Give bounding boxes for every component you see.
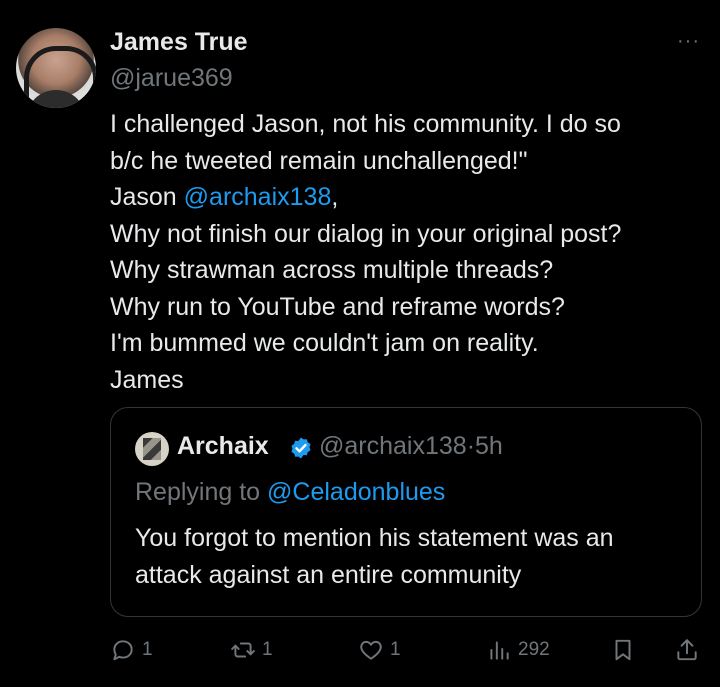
heart-icon: [360, 640, 382, 660]
reply-count: 1: [142, 639, 153, 660]
reply-button[interactable]: 1: [110, 630, 153, 670]
replying-label: Replying to: [135, 478, 268, 506]
share-button[interactable]: [674, 630, 706, 670]
like-button[interactable]: 1: [358, 630, 401, 670]
tweet-text: I challenged Jason, not his community. I…: [110, 106, 710, 398]
bookmark-button[interactable]: [610, 630, 642, 670]
tweet-line: Jason @archaix138,: [110, 179, 710, 216]
like-count: 1: [390, 639, 401, 660]
quoted-text-line: You forgot to mention his statement was …: [135, 524, 614, 552]
replying-to-link[interactable]: @Celadonblues: [267, 478, 445, 506]
replying-to: Replying to @Celadonblues: [135, 478, 445, 507]
share-icon: [677, 639, 697, 661]
repost-icon: [231, 642, 255, 658]
quoted-author-avatar[interactable]: [135, 432, 169, 466]
views-count: 292: [518, 639, 550, 660]
tweet-line: I'm bummed we couldn't jam on reality.: [110, 329, 539, 357]
repost-button[interactable]: 1: [230, 630, 273, 670]
more-options-icon[interactable]: ···: [677, 30, 700, 53]
mention-link[interactable]: @archaix138: [184, 183, 332, 211]
mention-suffix: ,: [331, 183, 339, 211]
tweet-line: Why not finish our dialog in your origin…: [110, 219, 622, 248]
views-button[interactable]: 292: [486, 630, 550, 670]
meta-separator: ·: [466, 432, 476, 460]
tweet-line-text: Jason: [110, 183, 184, 211]
quoted-author-meta: @archaix138·5h: [319, 432, 503, 461]
quoted-text-line: attack against an entire community: [135, 561, 522, 589]
tweet-line: b/c he tweeted remain unchallenged!": [110, 146, 528, 175]
quoted-author-name[interactable]: Archaix: [177, 432, 269, 461]
quoted-author-handle[interactable]: @archaix138: [319, 432, 467, 460]
tweet-line: Why strawman across multiple threads?: [110, 256, 554, 284]
author-avatar[interactable]: [16, 28, 96, 108]
repost-count: 1: [262, 639, 273, 660]
views-icon: [490, 641, 509, 660]
author-handle[interactable]: @jarue369: [110, 64, 233, 93]
tweet-line: Why run to YouTube and reframe words?: [110, 292, 565, 321]
quoted-tweet[interactable]: Archaix @archaix138·5h Replying to @Cela…: [110, 407, 702, 617]
reply-icon: [113, 640, 133, 661]
quoted-timestamp[interactable]: 5h: [475, 432, 503, 460]
tweet-line: James: [110, 365, 184, 394]
quoted-tweet-text: You forgot to mention his statement was …: [135, 520, 695, 594]
tweet-line: I challenged Jason, not his community. I…: [110, 110, 621, 138]
verified-badge-icon: [291, 437, 311, 459]
bookmark-icon: [615, 639, 631, 661]
action-bar: 1 1 1 292: [110, 630, 710, 670]
author-name[interactable]: James True: [110, 28, 248, 57]
